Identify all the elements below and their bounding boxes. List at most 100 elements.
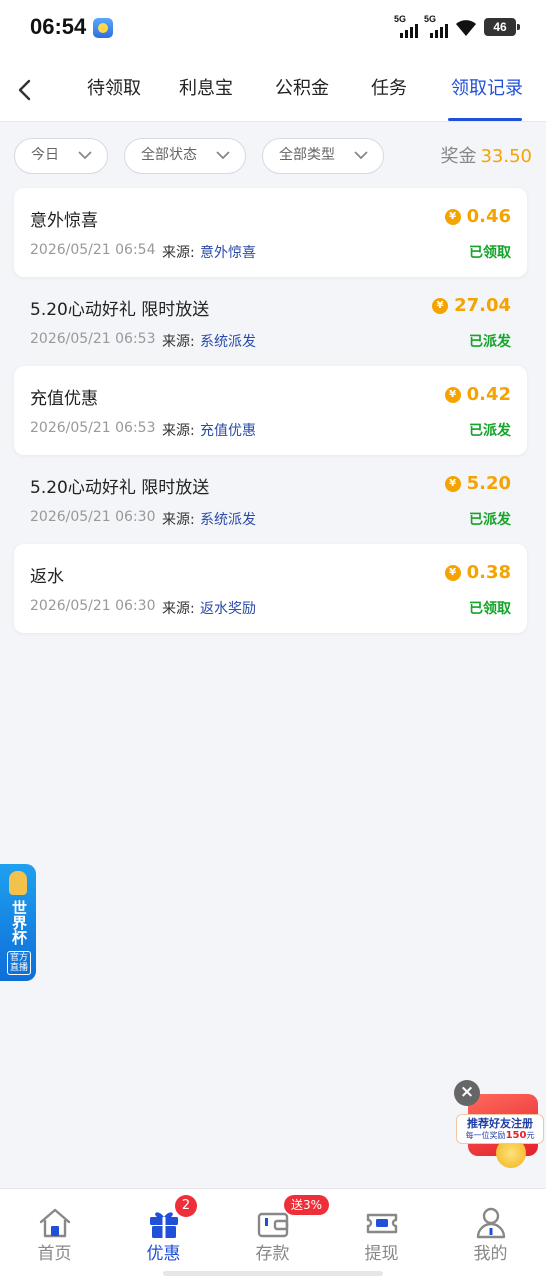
filter-bar: 今日 全部状态 全部类型 奖金 33.50 bbox=[14, 138, 532, 174]
bonus-label: 奖金 bbox=[440, 146, 477, 167]
record-source-label: 来源: bbox=[162, 601, 195, 617]
record-source-label: 来源: bbox=[162, 423, 195, 439]
record-amount: ¥0.42 bbox=[444, 384, 511, 405]
world-cup-subtitle: 官方直播 bbox=[7, 951, 31, 975]
referral-banner[interactable]: × 推荐好友注册 每一位奖励150元 bbox=[454, 1080, 544, 1172]
referral-reward-prefix: 每一位奖励 bbox=[465, 1131, 506, 1140]
record-time: 2026/05/21 06:30 bbox=[30, 598, 156, 614]
record-time: 2026/05/21 06:30 bbox=[30, 509, 156, 525]
header-nav: 待领取 利息宝 公积金 任务 领取记录 bbox=[0, 58, 546, 122]
status-filter-dropdown[interactable]: 全部状态 bbox=[124, 138, 246, 174]
record-title: 返水 bbox=[30, 567, 64, 587]
date-filter-dropdown[interactable]: 今日 bbox=[14, 138, 108, 174]
record-amount: ¥5.20 bbox=[444, 473, 511, 494]
status-bar: 06:54 5G 5G 46 bbox=[0, 0, 546, 58]
nav-label: 提现 bbox=[364, 1244, 399, 1264]
record-item[interactable]: 5.20心动好礼 限时放送 ¥5.20 2026/05/21 06:30 来源:… bbox=[14, 455, 527, 544]
record-item[interactable]: 返水 ¥0.38 2026/05/21 06:30 来源: 返水奖励 已领取 bbox=[14, 544, 527, 633]
record-source: 意外惊喜 bbox=[200, 245, 256, 261]
record-status: 已派发 bbox=[469, 423, 511, 439]
tab-claim-history[interactable]: 领取记录 bbox=[428, 58, 546, 122]
record-title: 意外惊喜 bbox=[30, 211, 98, 231]
promo-badge: 送3% bbox=[284, 1195, 330, 1215]
signal-label: 5G bbox=[424, 14, 437, 24]
referral-reward-suffix: 元 bbox=[526, 1131, 535, 1140]
record-title: 5.20心动好礼 限时放送 bbox=[30, 300, 210, 320]
record-time: 2026/05/21 06:53 bbox=[30, 420, 156, 436]
user-icon bbox=[476, 1207, 506, 1239]
record-source: 返水奖励 bbox=[200, 601, 256, 617]
tab-tasks[interactable]: 任务 bbox=[350, 58, 428, 122]
record-source-label: 来源: bbox=[162, 334, 195, 350]
bonus-amount: 33.50 bbox=[480, 146, 532, 167]
record-amount-value: 0.38 bbox=[466, 562, 511, 583]
trophy-icon bbox=[9, 871, 27, 895]
bonus-total: 奖金 33.50 bbox=[440, 142, 532, 168]
record-source-label: 来源: bbox=[162, 512, 195, 528]
referral-reward-amount: 150 bbox=[505, 1130, 527, 1141]
record-status: 已派发 bbox=[469, 334, 511, 350]
record-source: 系统派发 bbox=[200, 334, 256, 350]
record-source: 系统派发 bbox=[200, 512, 256, 528]
chevron-down-icon bbox=[78, 151, 92, 160]
status-time: 06:54 bbox=[30, 14, 87, 39]
signal-icon: 5G bbox=[394, 14, 418, 38]
record-item[interactable]: 5.20心动好礼 限时放送 ¥27.04 2026/05/21 06:53 来源… bbox=[14, 277, 527, 366]
tab-fund[interactable]: 公积金 bbox=[254, 58, 350, 122]
record-amount: ¥0.38 bbox=[444, 562, 511, 583]
nav-home[interactable]: 首页 bbox=[0, 1189, 109, 1269]
date-filter-value: 今日 bbox=[31, 147, 59, 163]
record-amount-value: 5.20 bbox=[466, 473, 511, 494]
nav-profile[interactable]: 我的 bbox=[436, 1189, 545, 1269]
record-list: 意外惊喜 ¥0.46 2026/05/21 06:54 来源: 意外惊喜 已领取… bbox=[14, 188, 527, 633]
status-filter-value: 全部状态 bbox=[141, 147, 197, 163]
record-source: 充值优惠 bbox=[200, 423, 256, 439]
record-title: 5.20心动好礼 限时放送 bbox=[30, 478, 210, 498]
status-indicators: 5G 5G 46 bbox=[394, 14, 520, 38]
world-cup-live-tab[interactable]: 世界杯 官方直播 bbox=[0, 864, 36, 981]
type-filter-dropdown[interactable]: 全部类型 bbox=[262, 138, 384, 174]
record-item[interactable]: 意外惊喜 ¥0.46 2026/05/21 06:54 来源: 意外惊喜 已领取 bbox=[14, 188, 527, 277]
record-time: 2026/05/21 06:53 bbox=[30, 331, 156, 347]
nav-promotions[interactable]: 2 优惠 bbox=[109, 1189, 218, 1269]
coin-icon: ¥ bbox=[444, 564, 461, 581]
signal-label: 5G bbox=[394, 14, 407, 24]
withdraw-icon bbox=[366, 1213, 398, 1234]
coin-icon: ¥ bbox=[444, 208, 461, 225]
referral-label: 推荐好友注册 每一位奖励150元 bbox=[456, 1114, 544, 1144]
record-status: 已领取 bbox=[469, 245, 511, 261]
record-amount-value: 0.42 bbox=[466, 384, 511, 405]
record-amount: ¥27.04 bbox=[432, 295, 511, 316]
app-notification-icon bbox=[93, 18, 113, 38]
world-cup-title: 世界杯 bbox=[10, 900, 28, 945]
nav-label: 优惠 bbox=[146, 1244, 181, 1264]
type-filter-value: 全部类型 bbox=[279, 147, 335, 163]
wifi-icon bbox=[456, 20, 476, 36]
record-item[interactable]: 充值优惠 ¥0.42 2026/05/21 06:53 来源: 充值优惠 已派发 bbox=[14, 366, 527, 455]
notification-badge: 2 bbox=[175, 1195, 197, 1217]
referral-title: 推荐好友注册 bbox=[467, 1117, 533, 1130]
record-amount-value: 0.46 bbox=[466, 206, 511, 227]
battery-icon: 46 bbox=[484, 18, 520, 36]
chevron-down-icon bbox=[354, 151, 368, 160]
tab-bar: 待领取 利息宝 公积金 任务 领取记录 bbox=[70, 58, 546, 122]
record-source-label: 来源: bbox=[162, 245, 195, 261]
referral-reward: 每一位奖励150元 bbox=[457, 1130, 543, 1141]
tab-interest[interactable]: 利息宝 bbox=[158, 58, 254, 122]
coin-icon: ¥ bbox=[444, 386, 461, 403]
home-icon bbox=[39, 1208, 71, 1238]
nav-deposit[interactable]: 送3% 存款 bbox=[218, 1189, 330, 1269]
record-amount-value: 27.04 bbox=[454, 295, 511, 316]
nav-label: 我的 bbox=[473, 1244, 508, 1264]
nav-label: 存款 bbox=[255, 1244, 290, 1264]
close-icon[interactable]: × bbox=[454, 1080, 480, 1106]
coin-icon: ¥ bbox=[432, 297, 449, 314]
record-time: 2026/05/21 06:54 bbox=[30, 242, 156, 258]
back-arrow-icon[interactable] bbox=[10, 74, 42, 106]
record-amount: ¥0.46 bbox=[444, 206, 511, 227]
nav-withdraw[interactable]: 提现 bbox=[327, 1189, 436, 1269]
nav-label: 首页 bbox=[37, 1244, 72, 1264]
signal-icon: 5G bbox=[424, 14, 448, 38]
chevron-down-icon bbox=[216, 151, 230, 160]
tab-pending[interactable]: 待领取 bbox=[70, 58, 158, 122]
